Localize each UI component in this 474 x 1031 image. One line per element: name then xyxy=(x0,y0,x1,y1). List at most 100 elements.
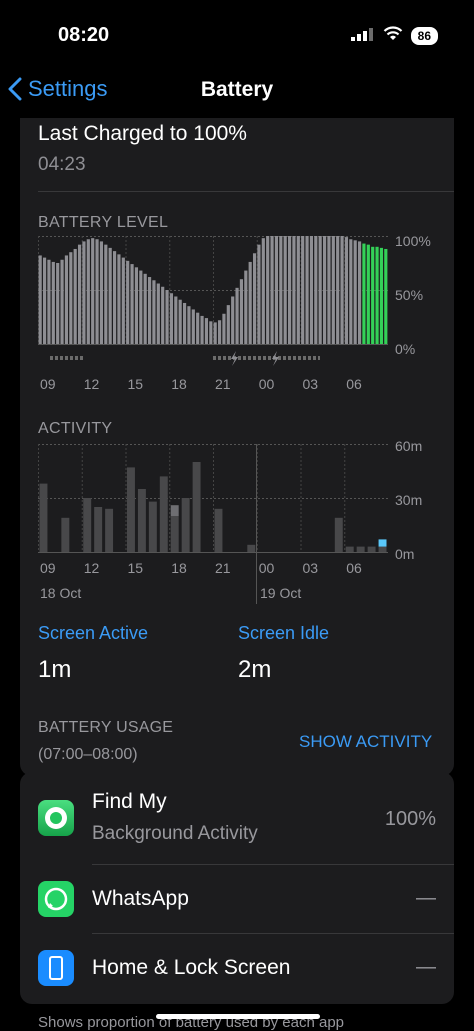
show-activity-button[interactable]: SHOW ACTIVITY xyxy=(299,732,432,752)
find-my-icon xyxy=(38,800,74,836)
battery-bar xyxy=(226,305,230,344)
battery-bar xyxy=(38,255,42,344)
battery-level-label: BATTERY LEVEL xyxy=(38,214,169,231)
battery-bar xyxy=(104,244,108,344)
battery-bar xyxy=(95,239,99,344)
activity-bar-active xyxy=(127,467,135,552)
battery-bar xyxy=(379,247,384,344)
battery-bar xyxy=(108,247,112,344)
activity-bar-active xyxy=(345,546,354,552)
battery-bar xyxy=(196,312,200,344)
battery-bar xyxy=(239,279,244,344)
battery-bar xyxy=(296,236,300,344)
x-tick-label: 12 xyxy=(83,376,100,392)
home-lock-screen-icon xyxy=(38,950,74,986)
battery-bar xyxy=(349,239,353,344)
battery-bar xyxy=(244,270,248,344)
x-tick-label: 09 xyxy=(40,560,56,576)
status-icons: 86 xyxy=(350,26,438,46)
list-item[interactable]: Find My Background Activity 100% xyxy=(20,772,454,864)
battery-bar xyxy=(112,251,117,344)
battery-bar xyxy=(344,237,349,344)
battery-bar xyxy=(77,244,82,344)
divider xyxy=(38,191,454,192)
battery-bar xyxy=(336,236,340,344)
battery-bar xyxy=(327,236,331,344)
x-tick-label: 12 xyxy=(83,560,100,576)
battery-bar xyxy=(314,236,318,344)
battery-bar xyxy=(217,320,222,344)
battery-bar xyxy=(283,236,287,344)
activity-y-tick: 30m xyxy=(395,492,423,508)
battery-bar xyxy=(130,264,134,344)
screen-idle-value: 2m xyxy=(238,656,272,683)
x-tick-label: 15 xyxy=(127,560,144,576)
activity-bar-active xyxy=(356,546,365,552)
app-subtitle: Background Activity xyxy=(92,823,258,844)
battery-bar xyxy=(375,246,379,344)
last-charged-time: 04:23 xyxy=(38,154,86,175)
battery-bar xyxy=(213,322,217,344)
x-tick-label: 18 xyxy=(171,376,187,392)
whatsapp-icon xyxy=(38,881,74,917)
activity-bar-active xyxy=(148,501,157,552)
battery-bar xyxy=(51,261,55,344)
charging-bolt-icon xyxy=(272,351,279,366)
navigation-bar: Settings Battery xyxy=(0,62,474,120)
x-tick-label: 15 xyxy=(127,376,144,392)
battery-y-tick: 100% xyxy=(395,233,431,249)
battery-bar xyxy=(174,296,178,344)
battery-bar xyxy=(287,236,292,344)
battery-level-chart[interactable] xyxy=(38,236,388,396)
battery-usage-header: BATTERY USAGE xyxy=(38,719,174,736)
battery-bar xyxy=(266,236,270,344)
battery-bar xyxy=(182,302,187,344)
battery-bar xyxy=(86,239,90,344)
app-name: WhatsApp xyxy=(92,887,189,910)
activity-bar-active xyxy=(192,462,201,552)
activity-bar-active xyxy=(170,516,179,552)
date-label: 19 Oct xyxy=(260,585,302,601)
home-indicator[interactable] xyxy=(156,1014,320,1019)
activity-bar-active xyxy=(39,483,48,552)
battery-bar xyxy=(279,236,283,344)
battery-bar xyxy=(60,259,64,344)
status-bar: 08:20 86 xyxy=(0,0,474,62)
last-charged-title: Last Charged to 100% xyxy=(38,122,247,145)
x-tick-label: 03 xyxy=(302,376,319,392)
x-tick-label: 21 xyxy=(215,560,231,576)
battery-bar xyxy=(161,286,165,344)
battery-bar xyxy=(362,243,366,344)
battery-bar xyxy=(270,236,274,344)
battery-bar xyxy=(147,277,152,344)
battery-bar xyxy=(231,296,235,344)
battery-card: Last Charged to 100% 04:23 BATTERY LEVEL… xyxy=(20,118,454,776)
x-tick-label: 00 xyxy=(258,560,275,576)
list-item[interactable]: WhatsApp — xyxy=(20,865,454,933)
app-usage-value: — xyxy=(416,956,436,978)
battery-bar xyxy=(252,253,257,344)
battery-bar xyxy=(191,309,195,344)
battery-bar xyxy=(357,241,362,344)
activity-bar-active xyxy=(378,546,387,552)
activity-bar-active xyxy=(367,546,376,552)
status-time: 08:20 xyxy=(58,24,110,46)
battery-bar xyxy=(340,236,344,344)
battery-bar xyxy=(139,270,143,344)
battery-bar xyxy=(165,290,169,344)
activity-y-tick: 0m xyxy=(395,546,415,562)
signal-icon xyxy=(350,27,375,46)
page-title: Battery xyxy=(200,78,274,101)
activity-bar-idle xyxy=(170,505,179,516)
battery-bar xyxy=(143,273,147,344)
battery-bar xyxy=(353,240,357,344)
list-item[interactable]: Home & Lock Screen — xyxy=(20,934,454,1002)
battery-bar xyxy=(91,238,95,344)
battery-usage-period: (07:00–08:00) xyxy=(38,746,138,763)
x-tick-label: 21 xyxy=(215,376,231,392)
wifi-icon xyxy=(383,26,403,46)
battery-bar xyxy=(301,236,305,344)
activity-bar-active xyxy=(94,507,103,552)
screen-idle-label: Screen Idle xyxy=(238,623,330,643)
activity-chart[interactable] xyxy=(38,444,388,604)
